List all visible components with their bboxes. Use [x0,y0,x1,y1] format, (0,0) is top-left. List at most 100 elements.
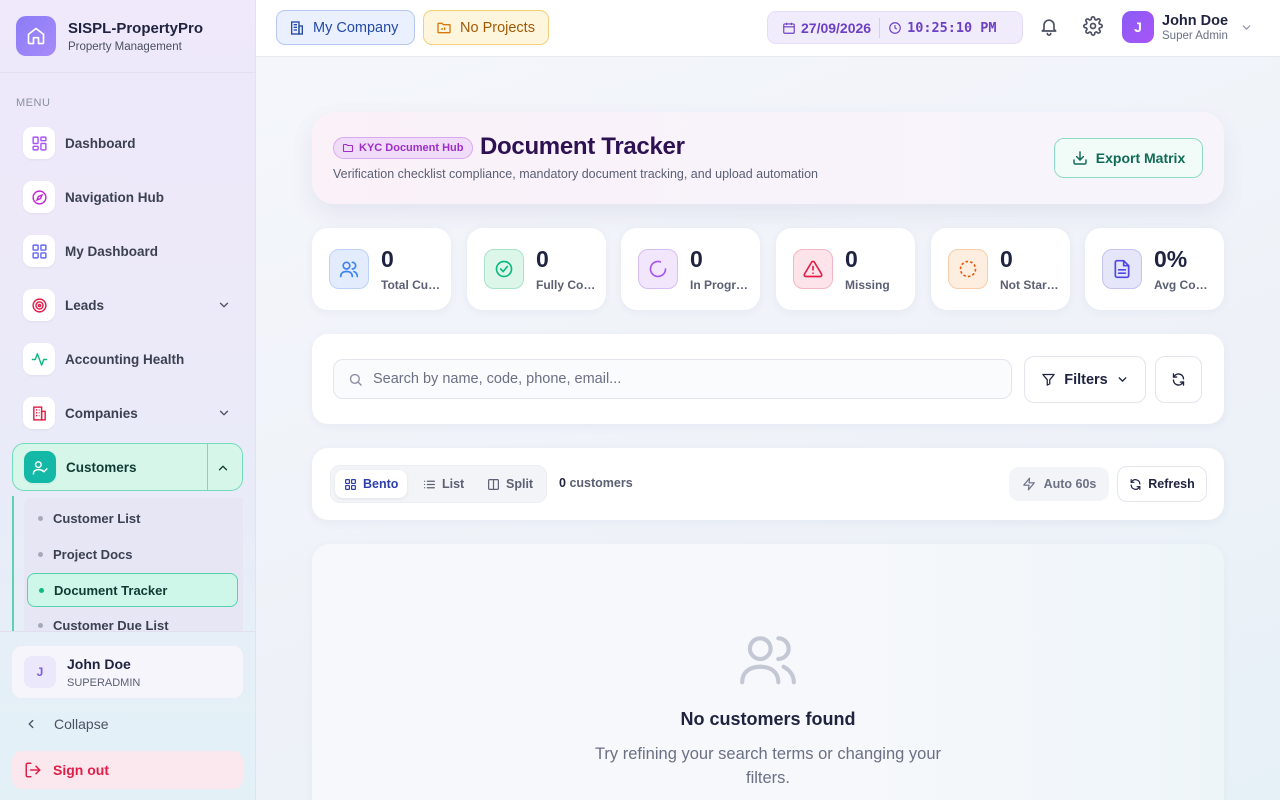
projects-label: No Projects [460,19,535,36]
target-icon [23,289,55,321]
sign-out-button[interactable]: Sign out [12,751,243,789]
menu-label: MENU [16,97,51,109]
search-box[interactable] [333,359,1012,399]
chevron-down-icon[interactable] [217,298,231,312]
stat-card-not-started: 0 Not Started [931,228,1070,310]
refresh-button[interactable]: Refresh [1117,466,1207,502]
grid-icon [23,127,55,159]
page-subtitle: Verification checklist compliance, manda… [333,167,818,181]
sidebar-item-companies[interactable]: Companies [12,389,243,437]
submenu-item-project-docs[interactable]: Project Docs [27,537,238,571]
calendar-icon [783,22,795,34]
sidebar-item-customers[interactable]: Customers [12,443,243,491]
collapse-label: Collapse [54,716,109,732]
dot-icon [38,515,43,521]
columns-icon [488,478,499,490]
bell-icon[interactable] [1039,16,1059,36]
building-icon [291,20,303,35]
collapse-button[interactable]: Collapse [24,716,108,732]
submenu-line [12,496,14,632]
user-role: Super Admin [1162,29,1228,42]
project-selector[interactable]: No Projects [423,10,549,45]
dashed-circle-icon [948,249,988,289]
chevron-down-icon[interactable] [217,406,231,420]
refresh-icon [1130,478,1141,490]
stat-label: Total Customers [381,278,443,292]
customer-count-label: customers [569,476,633,490]
current-date: 27/09/2026 [801,19,872,36]
company-selector[interactable]: My Company [276,10,415,45]
refresh-label: Refresh [1148,477,1195,491]
user-name: John Doe [1162,12,1229,29]
stat-card-avg-compliance: 0% Avg Compliance [1085,228,1224,310]
view-mode-split[interactable]: Split [478,470,542,498]
auto-refresh-toggle[interactable]: Auto 60s [1009,467,1109,501]
view-mode-label: Bento [363,477,399,491]
sidebar-item-accounting-health[interactable]: Accounting Health [12,335,243,383]
refresh-icon [1172,373,1185,386]
divider [879,17,881,38]
folder-icon [437,22,451,33]
activity-icon [23,343,55,375]
customers-submenu: Customer List Project Docs Document Trac… [12,496,243,632]
filter-icon [1042,373,1055,386]
page-header: KYC Document Hub Document Tracker Verifi… [312,112,1224,204]
sidebar-item-my-dashboard[interactable]: My Dashboard [12,227,243,275]
export-label: Export Matrix [1095,150,1186,166]
submenu-item-label: Customer Due List [53,617,169,633]
stat-label: Fully Compliant [536,278,598,292]
sidebar-item-label: Dashboard [65,135,136,151]
zap-icon [1022,477,1035,491]
submenu-item-customer-list[interactable]: Customer List [27,501,238,535]
empty-state: No customers found Try refining your sea… [312,544,1224,800]
user-menu[interactable]: J John Doe Super Admin [1122,11,1253,43]
loader-icon [638,249,678,289]
folder-icon [342,143,354,153]
submenu-item-customer-due-list[interactable]: Customer Due List [27,608,238,632]
empty-state-subtitle: Try refining your search terms or changi… [594,745,942,787]
reset-filters-button[interactable] [1155,356,1202,403]
stat-card-missing: 0 Missing [776,228,915,310]
stat-card-in-progress: 0 In Progress [621,228,760,310]
sign-out-label: Sign out [53,762,109,778]
sidebar-item-leads[interactable]: Leads [12,281,243,329]
grid-icon [23,235,55,267]
customer-count: 0 customers [559,476,633,490]
grid-icon [345,478,356,490]
gear-icon[interactable] [1083,16,1103,36]
stat-card-total-customers: 0 Total Customers [312,228,451,310]
stat-value: 0 [536,246,549,272]
stat-value: 0% [1154,246,1188,272]
sidebar-user-card[interactable]: J John Doe SUPERADMIN [12,646,243,698]
stat-label: In Progress [690,278,752,292]
home-icon [16,16,56,56]
stat-value: 0 [381,246,394,272]
sidebar-item-label: Accounting Health [65,351,185,367]
chevron-up-icon[interactable] [216,461,230,475]
export-matrix-button[interactable]: Export Matrix [1054,138,1203,178]
view-mode-list[interactable]: List [414,470,473,498]
download-icon [1073,151,1087,165]
submenu-item-document-tracker[interactable]: Document Tracker [27,573,238,607]
stat-value: 0 [690,246,703,272]
search-input[interactable] [373,371,973,387]
top-bar: My Company No Projects 27/09/2026 10:25:… [256,0,1280,57]
filters-button[interactable]: Filters [1024,356,1146,403]
sidebar-item-label: Companies [65,405,138,421]
avatar: J [1122,11,1154,43]
users-icon [740,636,796,685]
view-mode-switcher: Bento List Split [330,465,547,503]
view-mode-bento[interactable]: Bento [335,470,408,498]
alert-triangle-icon [793,249,833,289]
customer-count-value: 0 [559,476,566,490]
compass-icon [23,181,55,213]
avatar: J [24,656,56,688]
sidebar-item-navigation-hub[interactable]: Navigation Hub [12,173,243,221]
page-title: Document Tracker [480,133,685,160]
brand[interactable]: SISPL-PropertyPro Property Management [16,16,203,56]
sidebar-item-dashboard[interactable]: Dashboard [12,119,243,167]
stat-label: Avg Compliance [1154,278,1216,292]
dot-icon [38,622,43,628]
current-time: 10:25:10 PM [907,19,997,36]
view-mode-label: List [442,477,465,491]
